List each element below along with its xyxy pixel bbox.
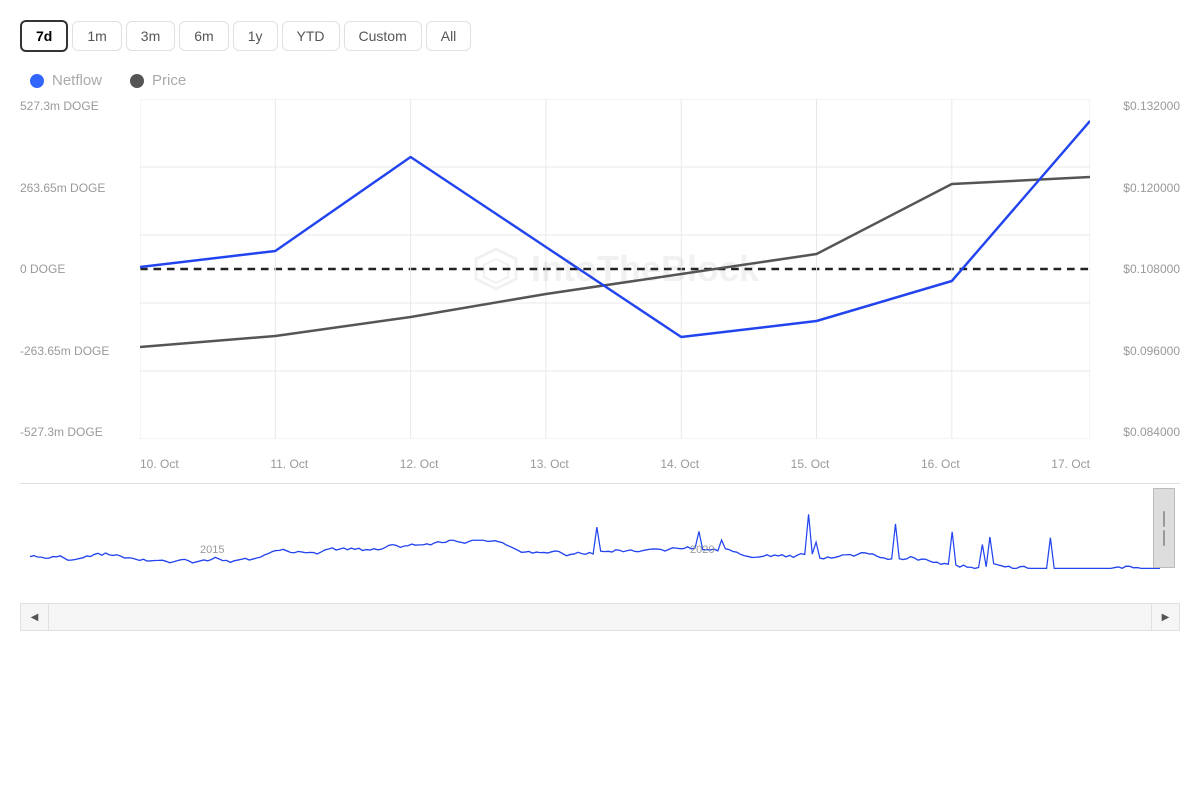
mini-year-2015: 2015 [200,544,224,556]
y-left-label-0: 527.3m DOGE [20,99,99,113]
time-btn-7d[interactable]: 7d [20,20,68,52]
time-btn-6m[interactable]: 6m [179,21,228,51]
y-right-label-1: $0.120000 [1123,181,1180,195]
legend-label-netflow: Netflow [52,72,102,89]
time-btn-custom[interactable]: Custom [344,21,422,51]
mini-chart-container: 2015 2020 [20,483,1180,603]
time-btn-1m[interactable]: 1m [72,21,121,51]
y-right-label-3: $0.096000 [1123,344,1180,358]
chart-legend: Netflow Price [30,72,1180,89]
y-left-label-1: 263.65m DOGE [20,181,105,195]
page-container: 7d1m3m6m1yYTDCustomAll Netflow Price 527… [0,0,1200,800]
y-right-label-0: $0.132000 [1123,99,1180,113]
main-chart-area: 527.3m DOGE 263.65m DOGE 0 DOGE -263.65m DO… [20,99,1180,479]
time-btn-all[interactable]: All [426,21,472,51]
x-label-0: 10. Oct [140,457,179,471]
y-left-label-4: -527.3m DOGE [20,425,103,439]
nav-left-arrow[interactable]: ◀ [21,603,49,631]
x-label-1: 11. Oct [270,457,308,471]
x-axis-labels: 10. Oct 11. Oct 12. Oct 13. Oct 14. Oct 15. O… [140,449,1090,479]
y-left-label-3: -263.65m DOGE [20,344,109,358]
mini-chart-handle[interactable] [1153,488,1175,568]
x-label-4: 14. Oct [660,457,699,471]
y-left-label-2: 0 DOGE [20,262,65,276]
x-label-2: 12. Oct [400,457,439,471]
time-btn-3m[interactable]: 3m [126,21,175,51]
time-range-selector: 7d1m3m6m1yYTDCustomAll [20,20,1180,52]
chart-wrapper: 527.3m DOGE 263.65m DOGE 0 DOGE -263.65m DO… [20,99,1180,631]
nav-track [49,604,1151,630]
mini-year-2020: 2020 [690,544,714,556]
legend-label-price: Price [152,72,186,89]
legend-item-netflow: Netflow [30,72,102,89]
x-label-7: 17. Oct [1051,457,1090,471]
legend-item-price: Price [130,72,186,89]
legend-dot-price [130,74,144,88]
y-axis-left: 527.3m DOGE 263.65m DOGE 0 DOGE -263.65m DO… [20,99,140,439]
x-label-5: 15. Oct [791,457,830,471]
time-btn-ytd[interactable]: YTD [282,21,340,51]
chart-svg-area: IntoTheBlock [140,99,1090,439]
y-right-label-2: $0.108000 [1123,262,1180,276]
y-axis-right: $0.132000 $0.120000 $0.108000 $0.096000 $0.0… [1090,99,1180,439]
x-label-3: 13. Oct [530,457,569,471]
nav-right-arrow[interactable]: ▶ [1151,603,1179,631]
legend-dot-netflow [30,74,44,88]
x-label-6: 16. Oct [921,457,960,471]
time-btn-1y[interactable]: 1y [233,21,278,51]
nav-bar: ◀ ▶ [20,603,1180,631]
y-right-label-4: $0.084000 [1123,425,1180,439]
